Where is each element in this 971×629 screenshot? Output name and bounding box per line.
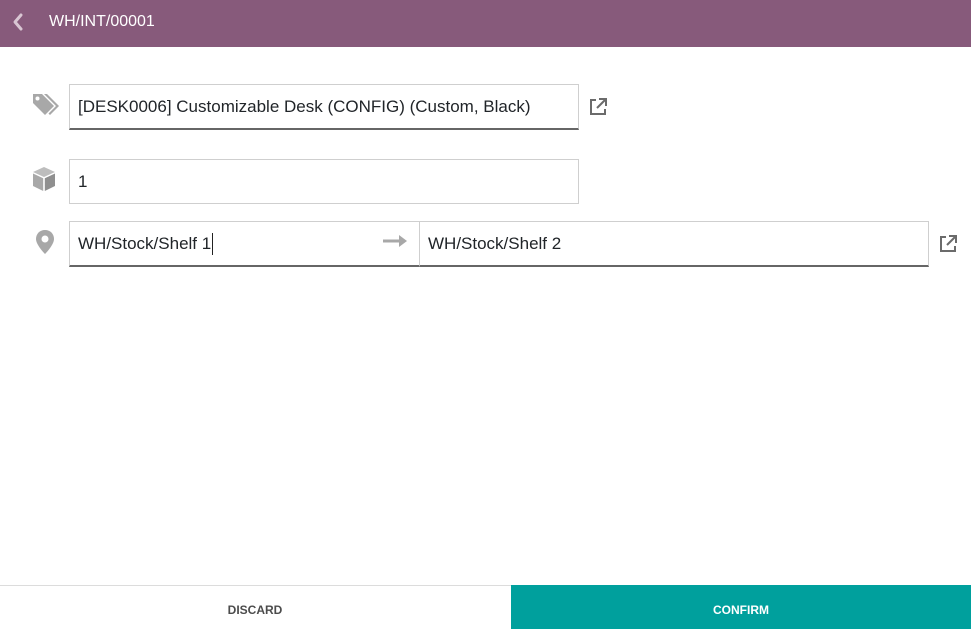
page-title: WH/INT/00001	[49, 13, 155, 30]
source-location-value: WH/Stock/Shelf 1	[78, 233, 212, 253]
text-cursor	[212, 232, 214, 255]
quantity-field[interactable]: 1	[69, 159, 579, 204]
map-marker-icon	[32, 228, 62, 258]
product-field[interactable]: [DESK0006] Customizable Desk (CONFIG) (C…	[69, 84, 579, 130]
arrow-right-icon	[382, 232, 408, 250]
confirm-button[interactable]: CONFIRM	[511, 585, 971, 629]
source-location-field[interactable]: WH/Stock/Shelf 1	[69, 221, 420, 267]
chevron-left-icon	[13, 13, 23, 31]
location-external-link-button[interactable]	[937, 233, 959, 255]
destination-location-value: WH/Stock/Shelf 2	[428, 233, 562, 253]
product-value: [DESK0006] Customizable Desk (CONFIG) (C…	[78, 96, 531, 116]
destination-location-field[interactable]: WH/Stock/Shelf 2	[419, 221, 929, 267]
tags-icon	[30, 90, 60, 120]
cube-icon	[30, 165, 60, 195]
discard-button[interactable]: DISCARD	[0, 586, 510, 629]
external-link-icon	[940, 235, 957, 252]
quantity-value: 1	[78, 171, 88, 191]
footer-bar: DISCARD CONFIRM	[0, 585, 971, 629]
external-link-icon	[590, 98, 607, 115]
top-bar: WH/INT/00001	[0, 0, 971, 47]
back-button[interactable]	[6, 9, 32, 35]
product-external-link-button[interactable]	[587, 96, 609, 118]
